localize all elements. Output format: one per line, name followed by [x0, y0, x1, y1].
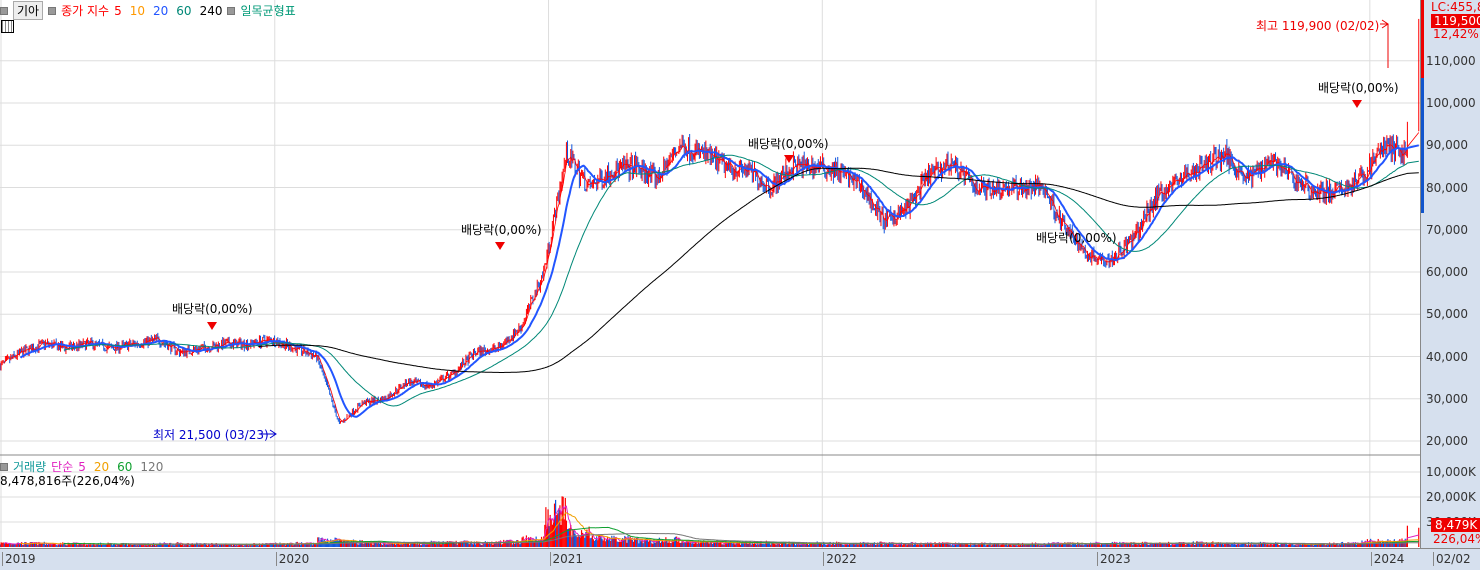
x-tick-label: 2020 [275, 552, 309, 566]
cursor-date-label: 02/02 [1433, 552, 1471, 566]
legend-square-icon[interactable] [0, 462, 8, 471]
x-axis[interactable]: 2019 2020 2021 2022 2023 2024 02/02 [0, 548, 1480, 570]
dividend-arrow-icon [495, 242, 505, 250]
high-annotation: 최고 119,900 (02/02) [1256, 19, 1380, 33]
dividend-annotation: 배당락(0,00%) [461, 223, 542, 237]
y-tick-label: 100,000 [1426, 96, 1476, 110]
y-tick-label: 60,000 [1426, 265, 1468, 279]
y-tick-label: 70,000 [1426, 222, 1468, 237]
volume-current-badge: 8,479K [1431, 518, 1480, 532]
y-tick-label: 110,000 [1426, 53, 1476, 68]
x-tick-label: 2021 [549, 552, 583, 566]
volume-value: 8,478,816주(226,04%) [0, 474, 135, 488]
x-tick-label: 2023 [1097, 552, 1131, 566]
legend-ma-240[interactable]: 240 [200, 4, 223, 18]
y-tick-label: 50,000 [1426, 307, 1468, 322]
legend-ichimoku[interactable]: 일목균형표 [240, 2, 295, 19]
legend-title: 종가 지수 [61, 4, 110, 18]
legend-square-icon[interactable] [48, 6, 57, 15]
dividend-arrow-icon [1352, 100, 1362, 108]
x-tick-label: 2024 [1370, 552, 1404, 566]
legend-ma-120[interactable]: 120 [140, 460, 163, 474]
volume-tick-label: 20,000K [1426, 490, 1476, 504]
volume-change: 226,04% [1433, 532, 1480, 546]
volume-ma-5-line [4, 505, 1419, 546]
low-annotation: 최저 21,500 (03/23) [153, 428, 269, 442]
x-tick-label: 2019 [2, 552, 36, 566]
price-change: 12,42% [1433, 27, 1479, 41]
dividend-annotation: 배당락(0,00%) [1036, 231, 1117, 245]
legend-ma-60[interactable]: 60 [176, 4, 191, 18]
dividend-annotation: 배당락(0,00%) [1318, 81, 1399, 95]
legend-ma-5[interactable]: 5 [114, 4, 122, 18]
lc-value: LC:455,81 [1431, 0, 1480, 14]
ma-60-line [63, 154, 1419, 407]
range-bar-up [1421, 0, 1424, 78]
legend-ma-20[interactable]: 20 [153, 4, 168, 18]
current-price-badge: 119,500 [1431, 14, 1480, 28]
x-tick-label: 2022 [823, 552, 857, 566]
range-bar-down [1421, 78, 1424, 213]
stock-chart: 기아 종가 지수 5 10 20 60 240 일목균형표 거래량 단순 5 20 60 12… [0, 0, 1480, 570]
stock-name-button[interactable]: 기아 [13, 1, 44, 20]
table-grid-icon[interactable] [1, 20, 14, 33]
y-tick-label: 90,000 [1426, 138, 1468, 153]
volume-ma-60-line [63, 526, 1419, 545]
y-tick-label: 30,000 [1426, 391, 1468, 406]
price-legend: 기아 종가 지수 5 10 20 60 240 일목균형표 [0, 1, 296, 20]
volume-tick-label: 10,000K [1426, 465, 1476, 479]
legend-square-icon[interactable] [227, 6, 236, 15]
price-volume-plot[interactable] [0, 0, 1420, 548]
ma-5-line [3, 132, 1420, 422]
y-tick-label: 40,000 [1426, 349, 1468, 364]
ma-240-line [258, 167, 1419, 373]
legend-square-icon[interactable] [0, 6, 8, 15]
y-tick-label: 20,000 [1426, 434, 1468, 448]
legend-ma-10[interactable]: 10 [130, 4, 145, 18]
dividend-annotation: 배당락(0,00%) [172, 302, 253, 316]
ma-20-line [19, 144, 1420, 418]
y-tick-label: 80,000 [1426, 180, 1468, 195]
dividend-arrow-icon [207, 322, 217, 330]
dividend-annotation: 배당락(0,00%) [748, 137, 829, 151]
y-axis[interactable]: LC:455,81 119,500 12,42% 20,000 30,000 40,… [1420, 0, 1480, 548]
